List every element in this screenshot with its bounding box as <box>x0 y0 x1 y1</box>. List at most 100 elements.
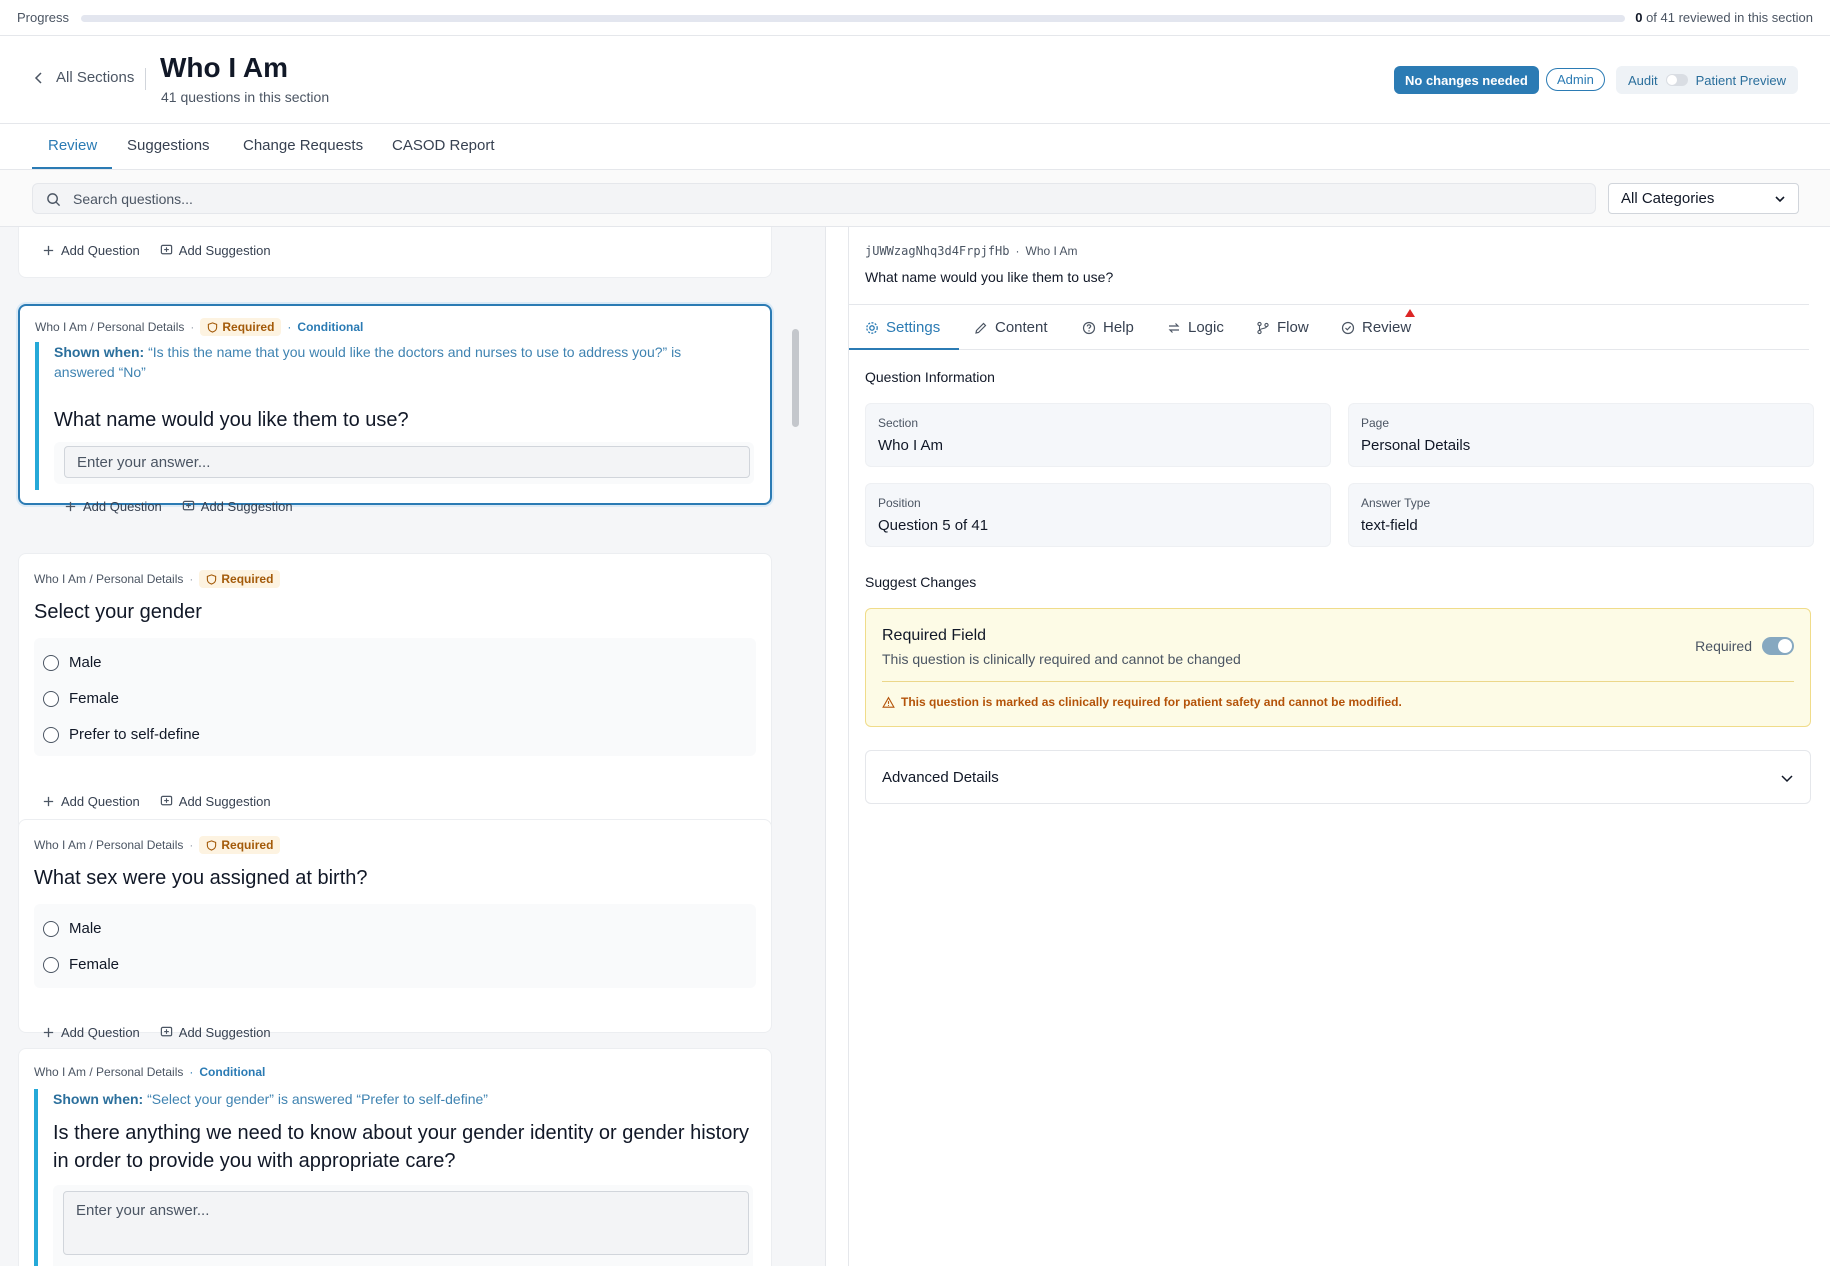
search-box <box>32 183 1596 214</box>
tab-settings[interactable]: Settings <box>865 319 940 336</box>
card-actions: Add Question Add Suggestion <box>64 499 293 514</box>
tab-suggestions[interactable]: Suggestions <box>127 137 210 154</box>
question-list-panel[interactable]: Add Question Add Suggestion Who I Am / P… <box>0 227 826 1266</box>
radio-option[interactable]: Female <box>43 690 119 707</box>
question-breadcrumb: Who I Am / Personal Details <box>35 320 185 334</box>
page-title: Who I Am <box>160 52 289 83</box>
question-list-scrollbar[interactable] <box>792 329 799 427</box>
back-to-sections-link[interactable]: All Sections <box>32 69 134 86</box>
audit-preview-toggle[interactable]: Audit Patient Preview <box>1616 66 1798 94</box>
plus-icon <box>43 245 54 256</box>
plus-icon <box>43 1027 54 1038</box>
answer-textarea[interactable]: Enter your answer... <box>63 1191 749 1255</box>
question-card[interactable]: Who I Am / Personal Details · Required S… <box>18 553 772 831</box>
tab-review[interactable]: Review <box>48 137 97 154</box>
conditional-tag: Conditional <box>297 320 364 334</box>
add-suggestion-label: Add Suggestion <box>178 243 271 258</box>
answer-input[interactable]: Enter your answer... <box>64 446 750 478</box>
no-changes-needed-button[interactable]: No changes needed <box>1394 66 1539 94</box>
tab-help[interactable]: Help <box>1082 319 1134 336</box>
help-circle-icon <box>1082 321 1096 334</box>
add-suggestion-button[interactable]: Add Suggestion <box>160 243 271 258</box>
arrows-swap-icon <box>1168 322 1180 333</box>
add-question-button[interactable]: Add Question <box>42 243 140 258</box>
radio-button[interactable] <box>43 920 59 937</box>
page-subtitle: 41 questions in this section <box>161 89 330 105</box>
radio-label: Prefer to self-define <box>69 726 200 743</box>
question-meta: Who I Am / Personal Details · Required <box>34 836 281 854</box>
tab-flow[interactable]: Flow <box>1256 319 1309 336</box>
progress-count: 0 of 41 reviewed in this section <box>1635 10 1813 25</box>
question-card[interactable]: Who I Am / Personal Details · Conditiona… <box>18 1048 772 1266</box>
radio-button[interactable] <box>43 726 59 743</box>
tab-content[interactable]: Content <box>974 319 1048 336</box>
add-suggestion-label: Add Suggestion <box>200 499 293 514</box>
tab-change-requests[interactable]: Change Requests <box>243 137 363 154</box>
add-question-label: Add Question <box>83 499 162 514</box>
info-label: Answer Type <box>1361 496 1431 510</box>
required-tag-label: Required <box>221 572 274 586</box>
branch-icon <box>1257 321 1269 334</box>
radio-button[interactable] <box>43 654 59 671</box>
required-divider <box>882 681 1794 682</box>
info-card-position: Position Question 5 of 41 <box>865 483 1331 547</box>
shown-when-condition: Shown when: “Is this the name that you w… <box>54 342 734 382</box>
add-question-button[interactable]: Add Question <box>64 499 162 514</box>
tab-review[interactable]: Review <box>1341 319 1411 336</box>
question-meta: Who I Am / Personal Details · Required <box>34 570 281 588</box>
search-input[interactable] <box>73 190 1595 207</box>
add-suggestion-button[interactable]: Add Suggestion <box>182 499 293 514</box>
progress-suffix: of 41 reviewed in this section <box>1646 10 1813 25</box>
advanced-details-accordion[interactable]: Advanced Details <box>865 750 1811 804</box>
radio-option[interactable]: Female <box>43 956 119 973</box>
progress-track <box>81 15 1625 22</box>
separator-dot: · <box>189 838 194 852</box>
mode-switch[interactable] <box>1665 74 1688 86</box>
add-question-button[interactable]: Add Question <box>42 1025 140 1040</box>
info-card-answer-type: Answer Type text-field <box>1348 483 1814 547</box>
required-switch-label: Required <box>1695 638 1752 654</box>
question-breadcrumb: Who I Am / Personal Details <box>34 838 184 852</box>
required-switch-group: Required <box>1695 637 1794 655</box>
tab-flow-label: Flow <box>1277 319 1309 336</box>
pencil-icon <box>975 322 987 334</box>
detail-tabs: Settings Content Help Logic Flow Review <box>849 304 1809 350</box>
tab-logic[interactable]: Logic <box>1167 319 1224 336</box>
tab-help-label: Help <box>1103 319 1134 336</box>
add-suggestion-label: Add Suggestion <box>178 794 271 809</box>
page-header: All Sections Who I Am 41 questions in th… <box>0 36 1830 124</box>
chevron-down-icon <box>1781 775 1793 783</box>
add-suggestion-button[interactable]: Add Suggestion <box>160 1025 271 1040</box>
tab-casod-report[interactable]: CASOD Report <box>392 137 495 154</box>
question-meta: Who I Am / Personal Details · Required ·… <box>35 318 363 336</box>
radio-button[interactable] <box>43 956 59 973</box>
add-question-button[interactable]: Add Question <box>42 794 140 809</box>
progress-row: Progress 0 of 41 reviewed in this sectio… <box>0 0 1830 36</box>
back-link-label: All Sections <box>56 69 135 86</box>
radio-option[interactable]: Male <box>43 654 102 671</box>
question-card-selected[interactable]: Who I Am / Personal Details · Required ·… <box>18 304 772 514</box>
shown-when-label: Shown when: <box>54 344 145 360</box>
question-information-heading: Question Information <box>865 369 995 385</box>
required-warning: This question is marked as clinically re… <box>882 695 1402 709</box>
separator-dot: · <box>1015 244 1020 258</box>
radio-option[interactable]: Prefer to self-define <box>43 726 200 743</box>
conditional-indicator-bar <box>34 1089 38 1266</box>
category-select[interactable]: All Categories <box>1608 183 1799 214</box>
plus-icon <box>43 796 54 807</box>
radio-option[interactable]: Male <box>43 920 102 937</box>
question-breadcrumb: Who I Am / Personal Details <box>34 572 184 586</box>
advanced-details-label: Advanced Details <box>882 769 999 786</box>
radio-button[interactable] <box>43 690 59 707</box>
add-suggestion-button[interactable]: Add Suggestion <box>160 794 271 809</box>
question-card[interactable]: Add Question Add Suggestion <box>18 227 772 278</box>
question-title: Is there anything we need to know about … <box>53 1122 749 1172</box>
tab-content-label: Content <box>995 319 1048 336</box>
tab-settings-label: Settings <box>886 319 941 336</box>
info-card-section: Section Who I Am <box>865 403 1331 467</box>
chevron-down-icon <box>1775 195 1785 202</box>
required-warning-text: This question is marked as clinically re… <box>901 695 1402 709</box>
info-label: Section <box>878 416 919 430</box>
required-toggle[interactable] <box>1762 637 1794 655</box>
question-card[interactable]: Who I Am / Personal Details · Required W… <box>18 819 772 1040</box>
